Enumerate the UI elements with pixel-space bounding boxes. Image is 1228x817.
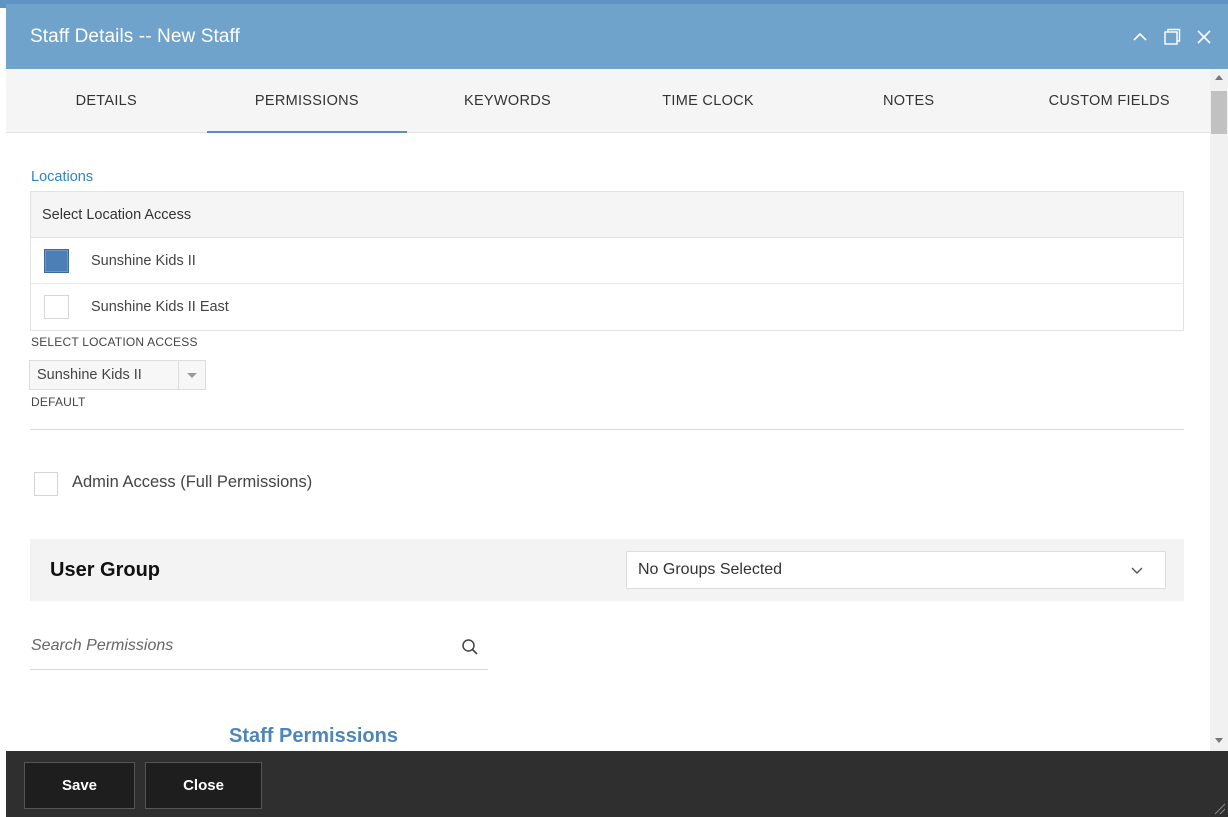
chevron-down-icon <box>1127 560 1147 580</box>
select-location-access-caption: SELECT LOCATION ACCESS <box>31 335 198 349</box>
tab-notes[interactable]: NOTES <box>808 69 1009 133</box>
dialog-footer: Save Close <box>6 751 1228 817</box>
collapse-icon[interactable] <box>1130 27 1150 47</box>
user-group-value: No Groups Selected <box>638 561 783 578</box>
tab-time-clock[interactable]: TIME CLOCK <box>608 69 809 133</box>
user-group-panel: User Group No Groups Selected <box>30 539 1184 601</box>
window-controls <box>1130 27 1214 47</box>
admin-access-checkbox[interactable] <box>34 472 58 496</box>
location-checkbox-sunshine-kids-ii[interactable] <box>44 248 69 273</box>
save-button[interactable]: Save <box>24 762 135 809</box>
search-icon[interactable] <box>460 637 480 657</box>
scroll-up-arrow-icon[interactable] <box>1215 75 1223 80</box>
vertical-scrollbar[interactable] <box>1210 69 1228 751</box>
dialog-title: Staff Details -- New Staff <box>30 25 240 47</box>
tab-details[interactable]: DETAILS <box>6 69 207 133</box>
search-permissions-input[interactable]: Search Permissions <box>30 625 488 670</box>
default-caption: DEFAULT <box>31 395 86 409</box>
scroll-down-arrow-icon[interactable] <box>1215 738 1223 743</box>
default-location-select[interactable]: Sunshine Kids II <box>29 360 206 390</box>
section-divider <box>30 429 1184 430</box>
close-button[interactable]: Close <box>145 762 262 809</box>
search-placeholder: Search Permissions <box>31 637 174 654</box>
location-label: Sunshine Kids II East <box>91 299 229 315</box>
location-checkbox-sunshine-kids-ii-east[interactable] <box>44 295 69 319</box>
tab-custom-fields[interactable]: CUSTOM FIELDS <box>1009 69 1210 133</box>
scrollbar-thumb[interactable] <box>1211 91 1227 134</box>
close-icon[interactable] <box>1194 27 1214 47</box>
permissions-panel: Locations Select Location Access Sunshin… <box>6 133 1210 751</box>
location-access-table: Select Location Access Sunshine Kids II … <box>30 191 1184 331</box>
location-label: Sunshine Kids II <box>91 252 196 269</box>
tab-permissions[interactable]: PERMISSIONS <box>206 69 408 133</box>
dialog-titlebar: Staff Details -- New Staff <box>6 4 1228 69</box>
locations-heading: Locations <box>31 169 94 185</box>
staff-permissions-heading: Staff Permissions <box>229 725 398 747</box>
user-group-title: User Group <box>50 559 161 581</box>
tab-keywords[interactable]: KEYWORDS <box>407 69 608 133</box>
maximize-icon[interactable] <box>1162 27 1182 47</box>
location-table-header: Select Location Access <box>31 192 1183 238</box>
user-group-select[interactable]: No Groups Selected <box>626 551 1166 589</box>
default-location-value: Sunshine Kids II <box>37 367 142 383</box>
dropdown-arrow-icon[interactable] <box>178 361 205 389</box>
tab-bar: DETAILS PERMISSIONS KEYWORDS TIME CLOCK … <box>6 69 1210 133</box>
resize-grip-icon[interactable] <box>1212 801 1226 815</box>
admin-access-label[interactable]: Admin Access (Full Permissions) <box>72 473 312 492</box>
location-row[interactable]: Sunshine Kids II East <box>31 284 1183 330</box>
location-row[interactable]: Sunshine Kids II <box>31 238 1183 284</box>
